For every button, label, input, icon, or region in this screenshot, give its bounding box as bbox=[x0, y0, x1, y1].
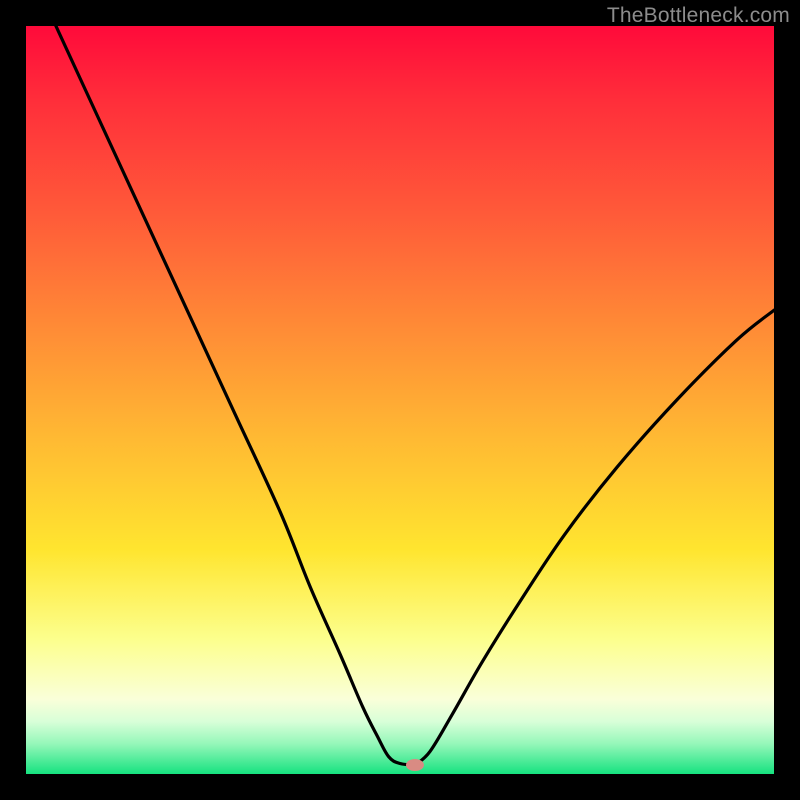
vertex-marker bbox=[406, 759, 424, 771]
curve-right-branch bbox=[415, 310, 774, 765]
curve-left-branch bbox=[56, 26, 415, 765]
bottleneck-curve bbox=[26, 26, 774, 774]
watermark-text: TheBottleneck.com bbox=[607, 4, 790, 28]
chart-plot-area bbox=[26, 26, 774, 774]
